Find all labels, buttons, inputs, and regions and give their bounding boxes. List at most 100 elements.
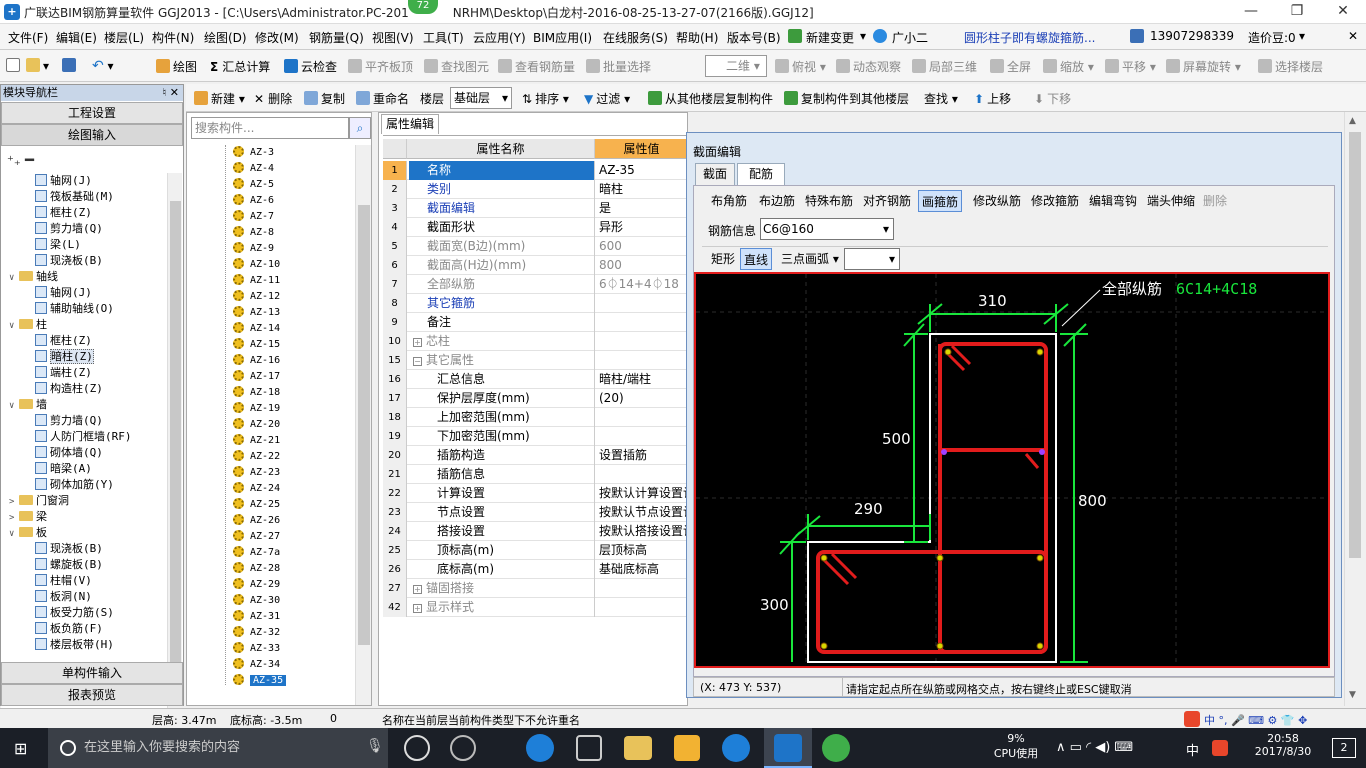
floor-select[interactable]: 基础层 ▾: [450, 87, 512, 109]
expand-toggle-icon[interactable]: +: [413, 338, 422, 347]
project-settings-button[interactable]: 工程设置: [1, 102, 183, 124]
component-item[interactable]: AZ-28: [233, 561, 280, 577]
property-row[interactable]: 27 + 锚固搭接: [383, 579, 689, 598]
score-badge[interactable]: 72: [408, 0, 438, 14]
property-value[interactable]: [597, 427, 689, 446]
tree-toggle-icon[interactable]: ∨: [9, 526, 19, 542]
menu-new-change[interactable]: 新建变更: [806, 29, 854, 46]
nav-scroll-thumb[interactable]: [170, 201, 181, 685]
fullscreen-button[interactable]: 全屏: [990, 58, 1031, 75]
expand-toggle-icon[interactable]: +: [413, 585, 422, 594]
component-item[interactable]: AZ-13: [233, 305, 280, 321]
scroll-down-arrow[interactable]: ▼: [1349, 690, 1356, 700]
component-item[interactable]: AZ-8: [233, 225, 274, 241]
property-row[interactable]: 7 全部纵筋 6⏀14+4⏀18: [383, 275, 689, 294]
draw-input-button[interactable]: 绘图输入: [1, 124, 183, 146]
menu-cloud[interactable]: 云应用(Y): [473, 29, 526, 46]
draw-stirrup-button[interactable]: 画箍筋: [918, 190, 963, 212]
menu-edit[interactable]: 编辑(E): [56, 29, 97, 46]
line-mode-button[interactable]: 直线: [740, 248, 773, 270]
property-row[interactable]: 24 搭接设置 按默认搭接设置计: [383, 522, 689, 541]
tree-toggle-icon[interactable]: >: [9, 510, 19, 526]
tree-item[interactable]: 剪力墙(Q): [35, 413, 103, 429]
tree-folder[interactable]: ∨ 轴线: [9, 269, 58, 285]
menu-modify[interactable]: 修改(M): [255, 29, 299, 46]
property-value[interactable]: 按默认搭接设置计: [597, 522, 689, 541]
select-floor-button[interactable]: 选择楼层: [1258, 58, 1323, 75]
sogou-tray-icon[interactable]: [1212, 740, 1228, 756]
component-item[interactable]: AZ-19: [233, 401, 280, 417]
price-beans[interactable]: 造价豆:0: [1248, 29, 1296, 46]
property-value[interactable]: 暗柱: [597, 180, 689, 199]
save-icon[interactable]: [62, 58, 79, 73]
property-row[interactable]: 5 截面宽(B边)(mm) 600: [383, 237, 689, 256]
copy-from-floor-button[interactable]: 从其他楼层复制构件: [648, 90, 773, 107]
store-icon[interactable]: [576, 735, 602, 761]
menu-online[interactable]: 在线服务(S): [603, 29, 668, 46]
property-value[interactable]: 层顶标高: [597, 541, 689, 560]
tree-item[interactable]: 暗柱(Z): [35, 349, 94, 365]
component-scroll-thumb[interactable]: [358, 205, 370, 645]
find-button[interactable]: 查找 ▾: [924, 90, 958, 107]
property-value[interactable]: 是: [597, 199, 689, 218]
user-phone[interactable]: 13907298339: [1150, 29, 1234, 43]
app-swirl-icon[interactable]: [450, 735, 476, 761]
new-change-caret[interactable]: ▾: [860, 29, 866, 43]
copy-component-button[interactable]: 复制: [304, 90, 345, 107]
ime-tray-icons[interactable]: 中 °, 🎤 ⌨ ⚙ 👕 ✥: [1204, 712, 1307, 728]
component-item[interactable]: AZ-11: [233, 273, 280, 289]
tree-item[interactable]: 人防门框墙(RF): [35, 429, 132, 445]
tree-folder[interactable]: ∨ 板: [9, 525, 47, 541]
corner-rebar-button[interactable]: 布角筋: [708, 190, 750, 212]
tree-toggle-icon[interactable]: ∨: [9, 270, 19, 286]
tree-item[interactable]: 现浇板(B): [35, 541, 103, 557]
property-row[interactable]: 8 其它箍筋: [383, 294, 689, 313]
property-row[interactable]: 22 计算设置 按默认计算设置计: [383, 484, 689, 503]
modify-stirrup-button[interactable]: 修改箍筋: [1028, 190, 1082, 212]
property-value[interactable]: 800: [597, 256, 689, 275]
component-item[interactable]: AZ-18: [233, 385, 280, 401]
three-point-arc-button[interactable]: 三点画弧 ▾: [778, 248, 842, 270]
main-vertical-scrollbar[interactable]: ▲ ▼: [1344, 112, 1364, 706]
property-row[interactable]: 23 节点设置 按默认节点设置计: [383, 503, 689, 522]
property-value[interactable]: [597, 332, 689, 351]
component-list-scrollbar[interactable]: [355, 145, 371, 705]
menu-rebar-qty[interactable]: 钢筋量(Q): [309, 29, 364, 46]
new-component-button[interactable]: 新建 ▾: [194, 90, 245, 107]
property-row[interactable]: 26 底标高(m) 基础底标高: [383, 560, 689, 579]
align-rebar-button[interactable]: 对齐钢筋: [860, 190, 914, 212]
expand-toggle-icon[interactable]: +: [413, 604, 422, 613]
tree-folder[interactable]: ∨ 柱: [9, 317, 47, 333]
doc-close-button[interactable]: ✕: [1348, 29, 1358, 43]
single-input-button[interactable]: 单构件输入: [1, 662, 183, 684]
component-item[interactable]: AZ-27: [233, 529, 280, 545]
search-icon[interactable]: ⌕: [349, 117, 371, 139]
taskbar-search-input[interactable]: 在这里输入你要搜索的内容: [48, 728, 388, 768]
tree-folder[interactable]: > 门窗洞: [9, 493, 69, 509]
sogou-ime-icon[interactable]: [1184, 711, 1200, 727]
tab-reinforcement[interactable]: 配筋: [737, 163, 785, 185]
copy-to-floor-button[interactable]: 复制构件到其他楼层: [784, 90, 909, 107]
find-element-button[interactable]: 查找图元: [424, 58, 489, 75]
tree-item[interactable]: 框柱(Z): [35, 333, 92, 349]
pan-button[interactable]: 平移 ▾: [1105, 58, 1156, 75]
component-item[interactable]: AZ-3: [233, 145, 274, 161]
filter-button[interactable]: ▼ 过滤 ▾: [584, 90, 630, 107]
tree-toggle-icon[interactable]: ∨: [9, 318, 19, 334]
menu-assistant[interactable]: 广小二: [892, 29, 928, 46]
section-drawing[interactable]: 310 500 800 290 300 全部纵筋 6C14+4C18: [696, 274, 1328, 666]
scroll-up-arrow[interactable]: ▲: [1349, 116, 1356, 126]
component-item[interactable]: AZ-31: [233, 609, 280, 625]
property-row[interactable]: 20 插筋构造 设置插筋: [383, 446, 689, 465]
component-item[interactable]: AZ-30: [233, 593, 280, 609]
menu-help[interactable]: 帮助(H): [676, 29, 718, 46]
screen-rotate-button[interactable]: 屏幕旋转 ▾: [1166, 58, 1241, 75]
tree-item[interactable]: 剪力墙(Q): [35, 221, 103, 237]
microphone-icon[interactable]: 🎙: [366, 738, 384, 754]
main-scroll-thumb[interactable]: [1349, 132, 1361, 558]
undo-icon[interactable]: ↶ ▾: [92, 58, 114, 74]
property-row[interactable]: 16 汇总信息 暗柱/端柱: [383, 370, 689, 389]
property-value[interactable]: 按默认计算设置计: [597, 484, 689, 503]
file-explorer-icon[interactable]: [624, 736, 652, 760]
tab-section[interactable]: 截面: [695, 163, 735, 185]
